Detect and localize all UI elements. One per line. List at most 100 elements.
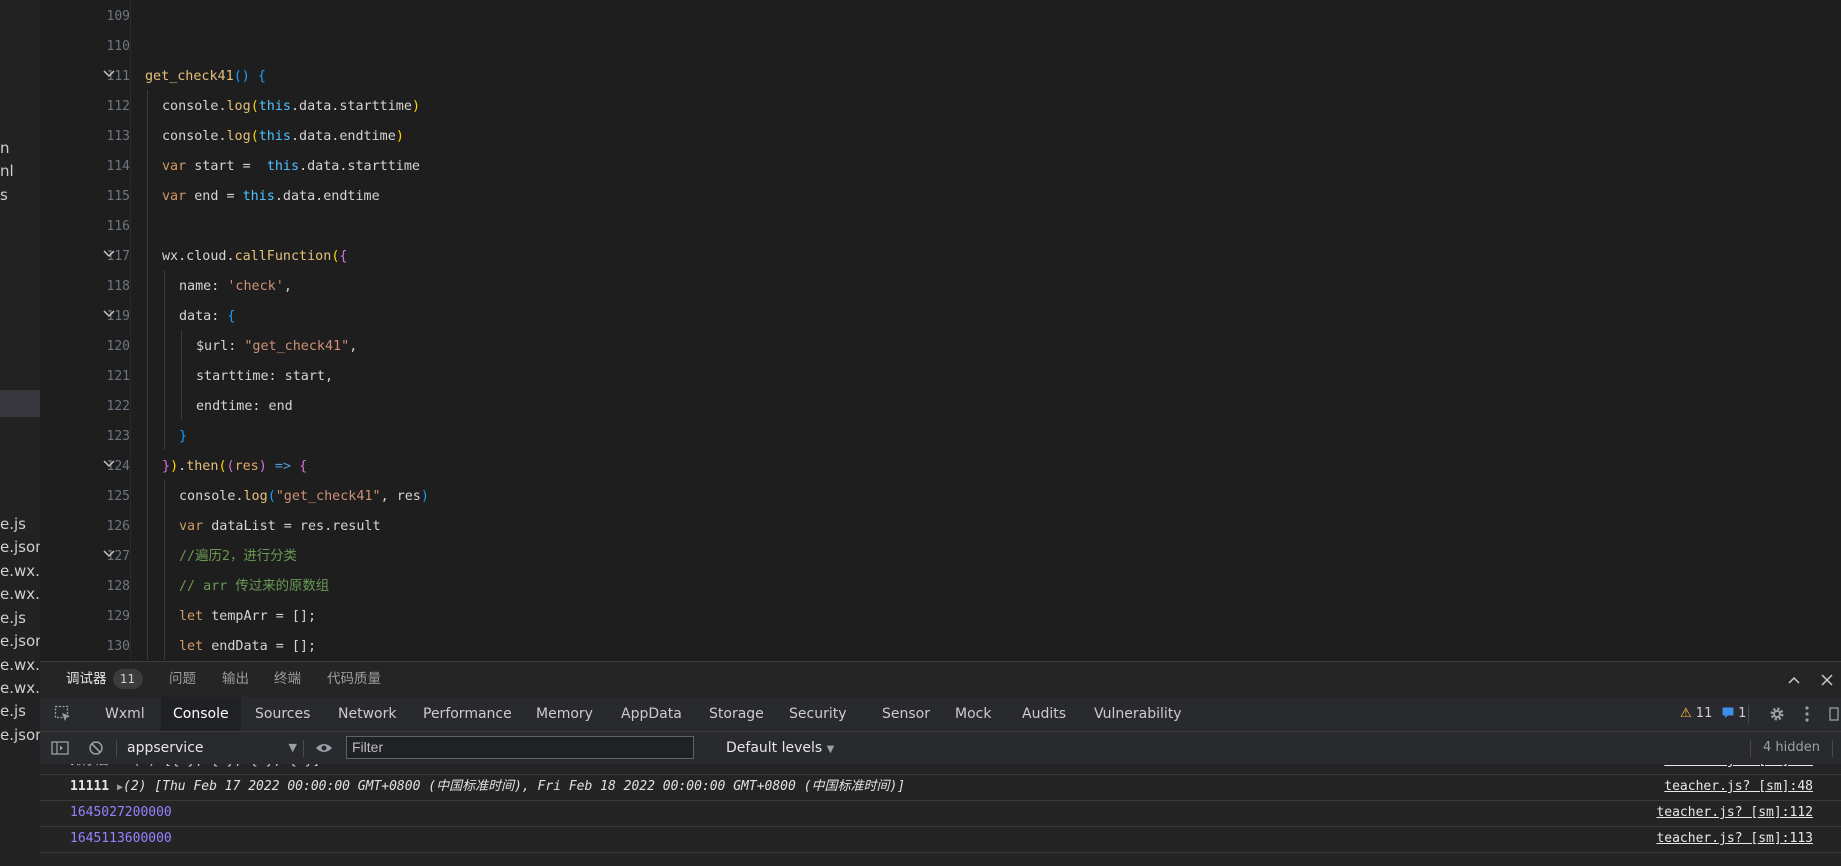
source-link[interactable]: teacher.js? [sm]:113 bbox=[1656, 826, 1813, 852]
fold-chevron-icon[interactable] bbox=[102, 309, 116, 319]
line-number: 112 bbox=[106, 99, 130, 114]
close-panel-icon[interactable] bbox=[1815, 662, 1839, 697]
tab-network[interactable]: Network bbox=[326, 697, 408, 731]
tab-sources[interactable]: Sources bbox=[243, 697, 322, 731]
log-message: 1645113600000 bbox=[70, 831, 172, 846]
code-editor[interactable]: 109 110 111 112 113 114 115 116 117 118 … bbox=[40, 0, 1841, 660]
line-number: 129 bbox=[106, 609, 130, 624]
fold-chevron-icon[interactable] bbox=[102, 69, 116, 79]
fold-chevron-icon[interactable] bbox=[102, 549, 116, 559]
file-tree-item[interactable]: e.wx... bbox=[0, 585, 40, 603]
file-tree-item[interactable]: s bbox=[0, 186, 8, 204]
tab-audits[interactable]: Audits bbox=[1010, 697, 1078, 731]
line-number: 121 bbox=[106, 369, 130, 384]
line-number: 117 bbox=[106, 249, 130, 264]
devtools-toolbar: Wxml Console Sources Network Performance… bbox=[40, 697, 1841, 732]
file-tree: n nl s e.js e.json e.wx... e.wx... e.js … bbox=[0, 0, 40, 866]
collapse-panel-icon[interactable] bbox=[1782, 662, 1806, 697]
code-line-112: console.log(this.data.starttime) bbox=[162, 99, 420, 114]
source-link[interactable]: teacher.js? [sm]:95 bbox=[1664, 764, 1813, 774]
code-line-130: let endData = []; bbox=[179, 639, 317, 654]
tab-problems[interactable]: 问题 bbox=[169, 662, 196, 697]
file-tree-item[interactable]: e.json bbox=[0, 538, 40, 556]
tab-appdata[interactable]: AppData bbox=[609, 697, 694, 731]
tab-vulnerability[interactable]: Vulnerability bbox=[1082, 697, 1194, 731]
code-line-127: //遍历2，进行分类 bbox=[179, 549, 297, 564]
tab-code-quality[interactable]: 代码质量 bbox=[327, 662, 381, 697]
messages-indicator[interactable]: 1 bbox=[1722, 697, 1746, 731]
code-line-122: endtime: end bbox=[196, 399, 293, 414]
code-line-119: data: { bbox=[179, 309, 236, 324]
code-line-114: var start = this.data.starttime bbox=[162, 159, 420, 174]
line-number: 114 bbox=[106, 159, 130, 174]
file-tree-item[interactable]: e.wx... bbox=[0, 562, 40, 580]
tab-sensor[interactable]: Sensor bbox=[870, 697, 942, 731]
console-log[interactable]: 排序后 ▸ (4) [{…}, {…}, {…}, {…}] teacher.j… bbox=[40, 764, 1841, 866]
code-line-113: console.log(this.data.endtime) bbox=[162, 129, 404, 144]
tab-terminal[interactable]: 终端 bbox=[274, 662, 301, 697]
context-selector[interactable]: appservice ▼ bbox=[127, 737, 297, 759]
gear-icon[interactable] bbox=[1766, 697, 1788, 731]
code-line-117: wx.cloud.callFunction({ bbox=[162, 249, 348, 264]
code-line-121: starttime: start, bbox=[196, 369, 334, 384]
code-line-129: let tempArr = []; bbox=[179, 609, 317, 624]
tab-debugger[interactable]: 调试器 11 bbox=[66, 662, 143, 697]
clear-console-icon[interactable] bbox=[86, 732, 106, 764]
more-options-icon[interactable] bbox=[1800, 697, 1814, 731]
code-line-128: // arr 传过来的原数组 bbox=[179, 579, 330, 594]
log-levels-dropdown[interactable]: Default levels ▼ bbox=[726, 737, 834, 759]
code-area[interactable]: get_check41() { console.log(this.data.st… bbox=[145, 0, 1841, 660]
fold-chevron-icon[interactable] bbox=[102, 459, 116, 469]
line-number: 110 bbox=[106, 39, 130, 54]
dock-side-icon[interactable] bbox=[1827, 697, 1841, 731]
line-number: 122 bbox=[106, 399, 130, 414]
line-number: 111 bbox=[106, 69, 130, 84]
tab-wxml[interactable]: Wxml bbox=[93, 697, 157, 731]
line-number: 127 bbox=[106, 549, 130, 564]
code-line-126: var dataList = res.result bbox=[179, 519, 381, 534]
file-tree-item[interactable]: e.json bbox=[0, 726, 40, 744]
debugger-count-badge: 11 bbox=[112, 669, 143, 689]
line-number: 126 bbox=[106, 519, 130, 534]
source-link[interactable]: teacher.js? [sm]:48 bbox=[1664, 774, 1813, 800]
line-number: 109 bbox=[106, 9, 130, 24]
source-link[interactable]: teacher.js? [sm]:112 bbox=[1656, 800, 1813, 826]
file-tree-item[interactable]: nl bbox=[0, 162, 14, 180]
fold-chevron-icon[interactable] bbox=[102, 249, 116, 259]
code-line-120: $url: "get_check41", bbox=[196, 339, 358, 354]
tab-security[interactable]: Security bbox=[777, 697, 859, 731]
inspect-element-icon[interactable] bbox=[52, 697, 74, 731]
line-number: 125 bbox=[106, 489, 130, 504]
line-number: 130 bbox=[106, 639, 130, 654]
file-tree-item[interactable]: n bbox=[0, 139, 10, 157]
tab-console[interactable]: Console bbox=[161, 697, 241, 731]
warning-icon: ⚠ bbox=[1680, 706, 1692, 721]
file-tree-item[interactable]: e.js bbox=[0, 515, 26, 533]
tab-performance[interactable]: Performance bbox=[411, 697, 524, 731]
filter-input[interactable]: Filter bbox=[346, 736, 694, 759]
tab-output[interactable]: 输出 bbox=[222, 662, 249, 697]
log-label: 11111 bbox=[70, 779, 110, 794]
code-line-115: var end = this.data.endtime bbox=[162, 189, 380, 204]
message-icon bbox=[1722, 706, 1734, 721]
eye-icon[interactable] bbox=[314, 732, 334, 764]
file-tree-selected-row[interactable] bbox=[0, 390, 40, 417]
line-number: 123 bbox=[106, 429, 130, 444]
devtools-panel: 调试器 11 问题 输出 终端 代码质量 Wxml Console Sources… bbox=[40, 661, 1841, 866]
tab-memory[interactable]: Memory bbox=[524, 697, 605, 731]
file-tree-item[interactable]: e.json bbox=[0, 632, 40, 650]
file-tree-item[interactable]: e.wx... bbox=[0, 656, 40, 674]
code-line-123: } bbox=[179, 429, 188, 444]
file-tree-item[interactable]: e.js bbox=[0, 609, 26, 627]
file-tree-item[interactable]: e.js bbox=[0, 702, 26, 720]
code-line-118: name: 'check', bbox=[179, 279, 292, 294]
console-row-partial bbox=[40, 852, 1841, 866]
warnings-indicator[interactable]: ⚠ 11 bbox=[1680, 697, 1712, 731]
console-row: 11111 ▶(2) [Thu Feb 17 2022 00:00:00 GMT… bbox=[40, 774, 1841, 801]
file-tree-item[interactable]: e.wx... bbox=[0, 679, 40, 697]
show-sidebar-icon[interactable] bbox=[50, 732, 70, 764]
code-line-111: get_check41() { bbox=[145, 69, 266, 84]
line-number: 113 bbox=[106, 129, 130, 144]
tab-mock[interactable]: Mock bbox=[943, 697, 1003, 731]
tab-storage[interactable]: Storage bbox=[697, 697, 776, 731]
